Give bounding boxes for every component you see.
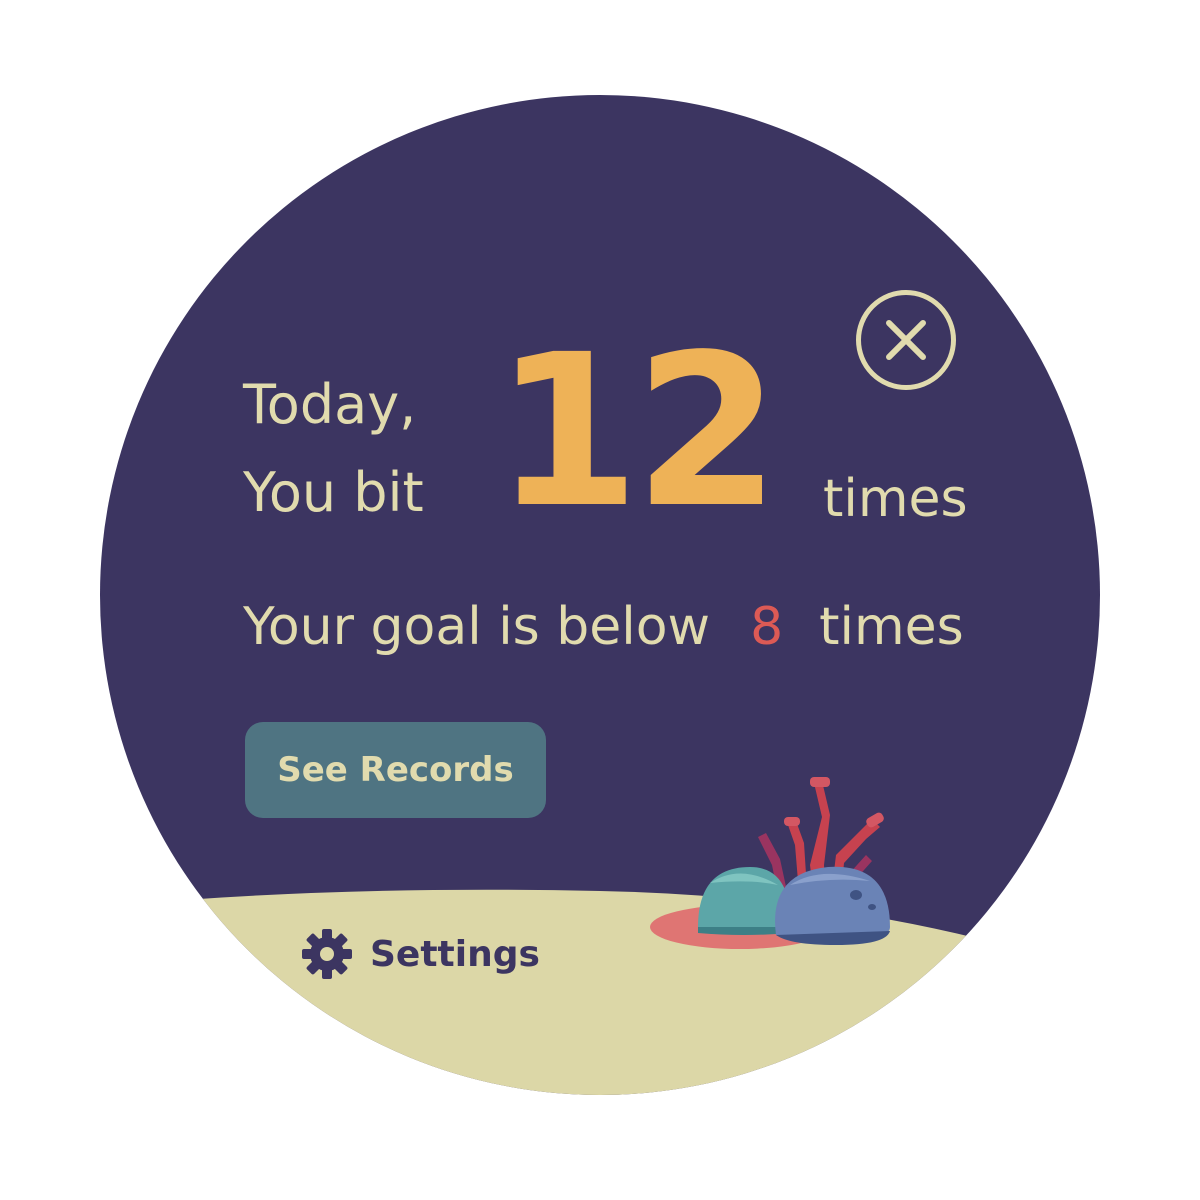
see-records-button[interactable]: See Records	[245, 722, 546, 818]
summary-line-you-bit: You bit	[243, 461, 424, 524]
goal-suffix: times	[819, 597, 964, 657]
close-button[interactable]	[856, 290, 956, 390]
seabed-sand	[100, 889, 1100, 1095]
gear-icon	[302, 929, 352, 979]
bite-count: 12	[494, 309, 780, 554]
goal-line: Your goal is below 8 times	[243, 601, 964, 653]
coral-reef-illustration	[650, 777, 890, 949]
bite-count-unit: times	[823, 469, 968, 529]
watch-face: Today, You bit 12 times Your goal is bel…	[100, 95, 1100, 1095]
goal-value: 8	[750, 597, 784, 657]
summary-line-today: Today,	[243, 373, 417, 436]
settings-label: Settings	[370, 933, 540, 975]
goal-prefix: Your goal is below	[243, 597, 711, 657]
settings-button[interactable]: Settings	[300, 927, 540, 981]
close-icon	[886, 320, 926, 360]
